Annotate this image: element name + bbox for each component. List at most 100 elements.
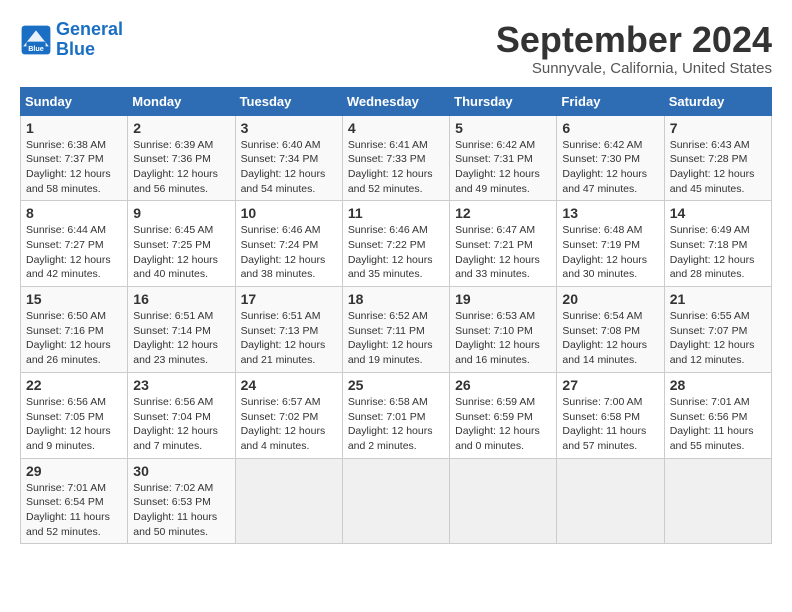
calendar-day-cell: 20 Sunrise: 6:54 AMSunset: 7:08 PMDaylig… — [557, 287, 664, 373]
weekday-header-cell: Wednesday — [342, 87, 449, 115]
day-number: 18 — [348, 291, 444, 307]
calendar-day-cell: 5 Sunrise: 6:42 AMSunset: 7:31 PMDayligh… — [450, 115, 557, 201]
calendar-day-cell: 3 Sunrise: 6:40 AMSunset: 7:34 PMDayligh… — [235, 115, 342, 201]
calendar-day-cell: 26 Sunrise: 6:59 AMSunset: 6:59 PMDaylig… — [450, 372, 557, 458]
day-number: 5 — [455, 120, 551, 136]
title-area: September 2024 Sunnyvale, California, Un… — [496, 20, 772, 77]
calendar-day-cell — [342, 458, 449, 544]
day-number: 20 — [562, 291, 658, 307]
day-info: Sunrise: 6:39 AMSunset: 7:36 PMDaylight:… — [133, 138, 229, 197]
day-info: Sunrise: 6:53 AMSunset: 7:10 PMDaylight:… — [455, 309, 551, 368]
logo: Blue General Blue — [20, 20, 123, 60]
calendar-day-cell — [450, 458, 557, 544]
day-number: 30 — [133, 463, 229, 479]
calendar-day-cell: 6 Sunrise: 6:42 AMSunset: 7:30 PMDayligh… — [557, 115, 664, 201]
day-info: Sunrise: 6:48 AMSunset: 7:19 PMDaylight:… — [562, 223, 658, 282]
weekday-header-cell: Friday — [557, 87, 664, 115]
day-number: 15 — [26, 291, 122, 307]
day-number: 24 — [241, 377, 337, 393]
day-number: 8 — [26, 205, 122, 221]
calendar-week-row: 15 Sunrise: 6:50 AMSunset: 7:16 PMDaylig… — [21, 287, 772, 373]
calendar-day-cell — [664, 458, 771, 544]
day-number: 16 — [133, 291, 229, 307]
calendar-day-cell: 14 Sunrise: 6:49 AMSunset: 7:18 PMDaylig… — [664, 201, 771, 287]
calendar-day-cell — [557, 458, 664, 544]
calendar-day-cell: 13 Sunrise: 6:48 AMSunset: 7:19 PMDaylig… — [557, 201, 664, 287]
day-info: Sunrise: 6:57 AMSunset: 7:02 PMDaylight:… — [241, 395, 337, 454]
day-info: Sunrise: 6:58 AMSunset: 7:01 PMDaylight:… — [348, 395, 444, 454]
calendar-day-cell: 22 Sunrise: 6:56 AMSunset: 7:05 PMDaylig… — [21, 372, 128, 458]
calendar-day-cell: 10 Sunrise: 6:46 AMSunset: 7:24 PMDaylig… — [235, 201, 342, 287]
day-info: Sunrise: 6:47 AMSunset: 7:21 PMDaylight:… — [455, 223, 551, 282]
day-info: Sunrise: 6:59 AMSunset: 6:59 PMDaylight:… — [455, 395, 551, 454]
day-number: 7 — [670, 120, 766, 136]
day-number: 3 — [241, 120, 337, 136]
day-info: Sunrise: 7:01 AMSunset: 6:54 PMDaylight:… — [26, 481, 122, 540]
day-number: 22 — [26, 377, 122, 393]
calendar-day-cell: 30 Sunrise: 7:02 AMSunset: 6:53 PMDaylig… — [128, 458, 235, 544]
calendar-day-cell: 25 Sunrise: 6:58 AMSunset: 7:01 PMDaylig… — [342, 372, 449, 458]
logo-line1: General — [56, 19, 123, 39]
day-number: 4 — [348, 120, 444, 136]
calendar-day-cell: 23 Sunrise: 6:56 AMSunset: 7:04 PMDaylig… — [128, 372, 235, 458]
calendar-day-cell: 7 Sunrise: 6:43 AMSunset: 7:28 PMDayligh… — [664, 115, 771, 201]
day-info: Sunrise: 6:42 AMSunset: 7:30 PMDaylight:… — [562, 138, 658, 197]
day-number: 11 — [348, 205, 444, 221]
calendar-day-cell: 21 Sunrise: 6:55 AMSunset: 7:07 PMDaylig… — [664, 287, 771, 373]
day-info: Sunrise: 6:51 AMSunset: 7:14 PMDaylight:… — [133, 309, 229, 368]
calendar-day-cell: 2 Sunrise: 6:39 AMSunset: 7:36 PMDayligh… — [128, 115, 235, 201]
day-number: 10 — [241, 205, 337, 221]
month-title: September 2024 — [496, 20, 772, 60]
logo-line2: Blue — [56, 39, 95, 59]
day-number: 29 — [26, 463, 122, 479]
day-info: Sunrise: 6:43 AMSunset: 7:28 PMDaylight:… — [670, 138, 766, 197]
calendar-day-cell — [235, 458, 342, 544]
calendar-body: 1 Sunrise: 6:38 AMSunset: 7:37 PMDayligh… — [21, 115, 772, 544]
calendar-day-cell: 11 Sunrise: 6:46 AMSunset: 7:22 PMDaylig… — [342, 201, 449, 287]
weekday-header-cell: Sunday — [21, 87, 128, 115]
calendar-day-cell: 15 Sunrise: 6:50 AMSunset: 7:16 PMDaylig… — [21, 287, 128, 373]
calendar-day-cell: 9 Sunrise: 6:45 AMSunset: 7:25 PMDayligh… — [128, 201, 235, 287]
weekday-header-cell: Tuesday — [235, 87, 342, 115]
day-info: Sunrise: 6:56 AMSunset: 7:04 PMDaylight:… — [133, 395, 229, 454]
day-info: Sunrise: 7:02 AMSunset: 6:53 PMDaylight:… — [133, 481, 229, 540]
weekday-header-row: SundayMondayTuesdayWednesdayThursdayFrid… — [21, 87, 772, 115]
calendar-day-cell: 28 Sunrise: 7:01 AMSunset: 6:56 PMDaylig… — [664, 372, 771, 458]
calendar-day-cell: 8 Sunrise: 6:44 AMSunset: 7:27 PMDayligh… — [21, 201, 128, 287]
day-number: 17 — [241, 291, 337, 307]
calendar-day-cell: 12 Sunrise: 6:47 AMSunset: 7:21 PMDaylig… — [450, 201, 557, 287]
calendar-day-cell: 29 Sunrise: 7:01 AMSunset: 6:54 PMDaylig… — [21, 458, 128, 544]
day-info: Sunrise: 6:40 AMSunset: 7:34 PMDaylight:… — [241, 138, 337, 197]
calendar-day-cell: 1 Sunrise: 6:38 AMSunset: 7:37 PMDayligh… — [21, 115, 128, 201]
weekday-header-cell: Thursday — [450, 87, 557, 115]
day-number: 6 — [562, 120, 658, 136]
day-number: 1 — [26, 120, 122, 136]
day-info: Sunrise: 6:54 AMSunset: 7:08 PMDaylight:… — [562, 309, 658, 368]
day-info: Sunrise: 6:45 AMSunset: 7:25 PMDaylight:… — [133, 223, 229, 282]
day-info: Sunrise: 6:38 AMSunset: 7:37 PMDaylight:… — [26, 138, 122, 197]
day-number: 19 — [455, 291, 551, 307]
day-number: 23 — [133, 377, 229, 393]
calendar-day-cell: 19 Sunrise: 6:53 AMSunset: 7:10 PMDaylig… — [450, 287, 557, 373]
day-info: Sunrise: 7:00 AMSunset: 6:58 PMDaylight:… — [562, 395, 658, 454]
calendar-week-row: 1 Sunrise: 6:38 AMSunset: 7:37 PMDayligh… — [21, 115, 772, 201]
day-number: 25 — [348, 377, 444, 393]
svg-text:Blue: Blue — [28, 44, 44, 53]
day-info: Sunrise: 6:50 AMSunset: 7:16 PMDaylight:… — [26, 309, 122, 368]
day-number: 27 — [562, 377, 658, 393]
day-info: Sunrise: 6:51 AMSunset: 7:13 PMDaylight:… — [241, 309, 337, 368]
day-number: 21 — [670, 291, 766, 307]
calendar-day-cell: 17 Sunrise: 6:51 AMSunset: 7:13 PMDaylig… — [235, 287, 342, 373]
calendar-week-row: 8 Sunrise: 6:44 AMSunset: 7:27 PMDayligh… — [21, 201, 772, 287]
day-info: Sunrise: 6:56 AMSunset: 7:05 PMDaylight:… — [26, 395, 122, 454]
logo-icon: Blue — [20, 24, 52, 56]
logo-text: General Blue — [56, 20, 123, 60]
day-info: Sunrise: 6:52 AMSunset: 7:11 PMDaylight:… — [348, 309, 444, 368]
calendar-week-row: 22 Sunrise: 6:56 AMSunset: 7:05 PMDaylig… — [21, 372, 772, 458]
day-number: 14 — [670, 205, 766, 221]
calendar-day-cell: 24 Sunrise: 6:57 AMSunset: 7:02 PMDaylig… — [235, 372, 342, 458]
calendar-day-cell: 27 Sunrise: 7:00 AMSunset: 6:58 PMDaylig… — [557, 372, 664, 458]
calendar-week-row: 29 Sunrise: 7:01 AMSunset: 6:54 PMDaylig… — [21, 458, 772, 544]
calendar-day-cell: 16 Sunrise: 6:51 AMSunset: 7:14 PMDaylig… — [128, 287, 235, 373]
day-info: Sunrise: 6:49 AMSunset: 7:18 PMDaylight:… — [670, 223, 766, 282]
